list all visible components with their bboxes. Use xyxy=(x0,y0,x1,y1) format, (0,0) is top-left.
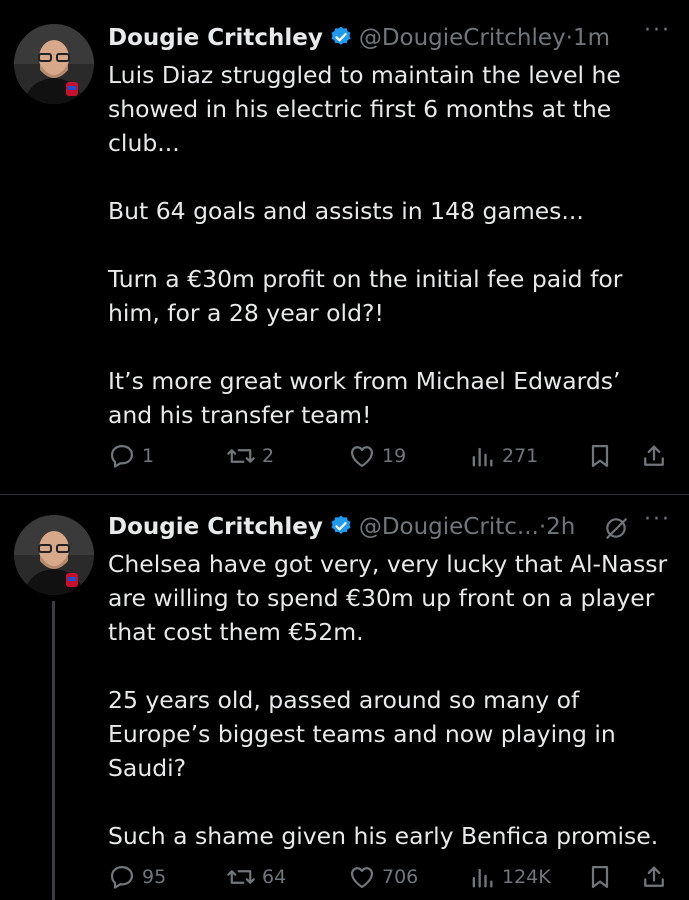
tweet-paragraph: But 64 goals and assists in 148 games... xyxy=(108,197,584,225)
tweet-header: Dougie Critchley @DougieCritchley·1m xyxy=(108,18,675,58)
share-button[interactable] xyxy=(640,863,674,891)
share-button[interactable] xyxy=(640,442,674,470)
author-handle[interactable]: @DougieCritchley xyxy=(359,25,566,51)
tweet-1[interactable]: Dougie Critchley @DougieCritchley·1m ··· … xyxy=(0,18,689,493)
dot-separator: · xyxy=(565,25,573,51)
timestamp[interactable]: 2h xyxy=(546,514,575,540)
timestamp[interactable]: 1m xyxy=(573,25,610,51)
action-bar: 95 64 706 124K xyxy=(108,863,669,893)
share-icon xyxy=(644,445,664,466)
tweet-paragraph: It’s more great work from Michael Edward… xyxy=(108,367,621,429)
share-icon xyxy=(644,866,664,887)
reply-button[interactable]: 1 xyxy=(108,442,154,470)
like-button[interactable]: 706 xyxy=(348,863,418,891)
tweet-paragraph: Turn a €30m profit on the initial fee pa… xyxy=(108,265,623,327)
action-bar: 1 2 19 271 xyxy=(108,442,669,472)
tweet-paragraph: Luis Diaz struggled to maintain the leve… xyxy=(108,61,621,157)
avatar[interactable] xyxy=(14,24,94,104)
profile-photo xyxy=(14,515,94,595)
grok-icon[interactable] xyxy=(603,515,629,545)
bookmark-button[interactable] xyxy=(586,863,620,891)
profile-photo xyxy=(14,24,94,104)
views-button[interactable]: 271 xyxy=(468,442,538,470)
author-name[interactable]: Dougie Critchley xyxy=(108,514,323,540)
views-button[interactable]: 124K xyxy=(468,863,551,891)
tweet-paragraph: Such a shame given his early Benfica pro… xyxy=(108,822,659,850)
repost-button[interactable]: 2 xyxy=(226,442,274,470)
reply-icon xyxy=(110,865,134,889)
avatar[interactable] xyxy=(14,515,94,595)
bookmark-icon xyxy=(591,865,609,889)
views-count: 271 xyxy=(502,445,539,467)
author-handle[interactable]: @DougieCritc... xyxy=(359,514,539,540)
views-icon xyxy=(472,447,493,467)
verified-badge-icon xyxy=(329,22,353,62)
repost-count: 64 xyxy=(262,866,287,888)
bookmark-icon xyxy=(591,444,609,468)
thread-line xyxy=(52,601,55,900)
repost-count: 2 xyxy=(262,445,275,467)
like-button[interactable]: 19 xyxy=(348,442,406,470)
more-options-icon[interactable]: ··· xyxy=(644,18,671,43)
verified-badge-icon xyxy=(329,511,353,551)
tweet-text: Chelsea have got very, very lucky that A… xyxy=(108,547,669,853)
repost-icon xyxy=(227,870,255,884)
heart-icon xyxy=(350,446,374,468)
heart-icon xyxy=(350,867,374,889)
tweet-paragraph: Chelsea have got very, very lucky that A… xyxy=(108,550,668,646)
views-icon xyxy=(472,868,493,888)
like-count: 19 xyxy=(382,445,407,467)
repost-button[interactable]: 64 xyxy=(226,863,286,891)
reply-count: 95 xyxy=(142,866,167,888)
tweet-2[interactable]: Dougie Critchley @DougieCritc...·2h ··· C… xyxy=(0,507,689,900)
tweet-text: Luis Diaz struggled to maintain the leve… xyxy=(108,58,669,432)
reply-count: 1 xyxy=(142,445,155,467)
bookmark-button[interactable] xyxy=(586,442,620,470)
reply-button[interactable]: 95 xyxy=(108,863,166,891)
tweet-paragraph: 25 years old, passed around so many of E… xyxy=(108,686,616,782)
more-options-icon[interactable]: ··· xyxy=(644,507,671,532)
author-name[interactable]: Dougie Critchley xyxy=(108,25,323,51)
tweet-header: Dougie Critchley @DougieCritc...·2h xyxy=(108,507,675,547)
divider xyxy=(0,494,689,495)
reply-icon xyxy=(110,444,134,468)
like-count: 706 xyxy=(382,866,419,888)
repost-icon xyxy=(227,449,255,463)
views-count: 124K xyxy=(502,866,551,888)
